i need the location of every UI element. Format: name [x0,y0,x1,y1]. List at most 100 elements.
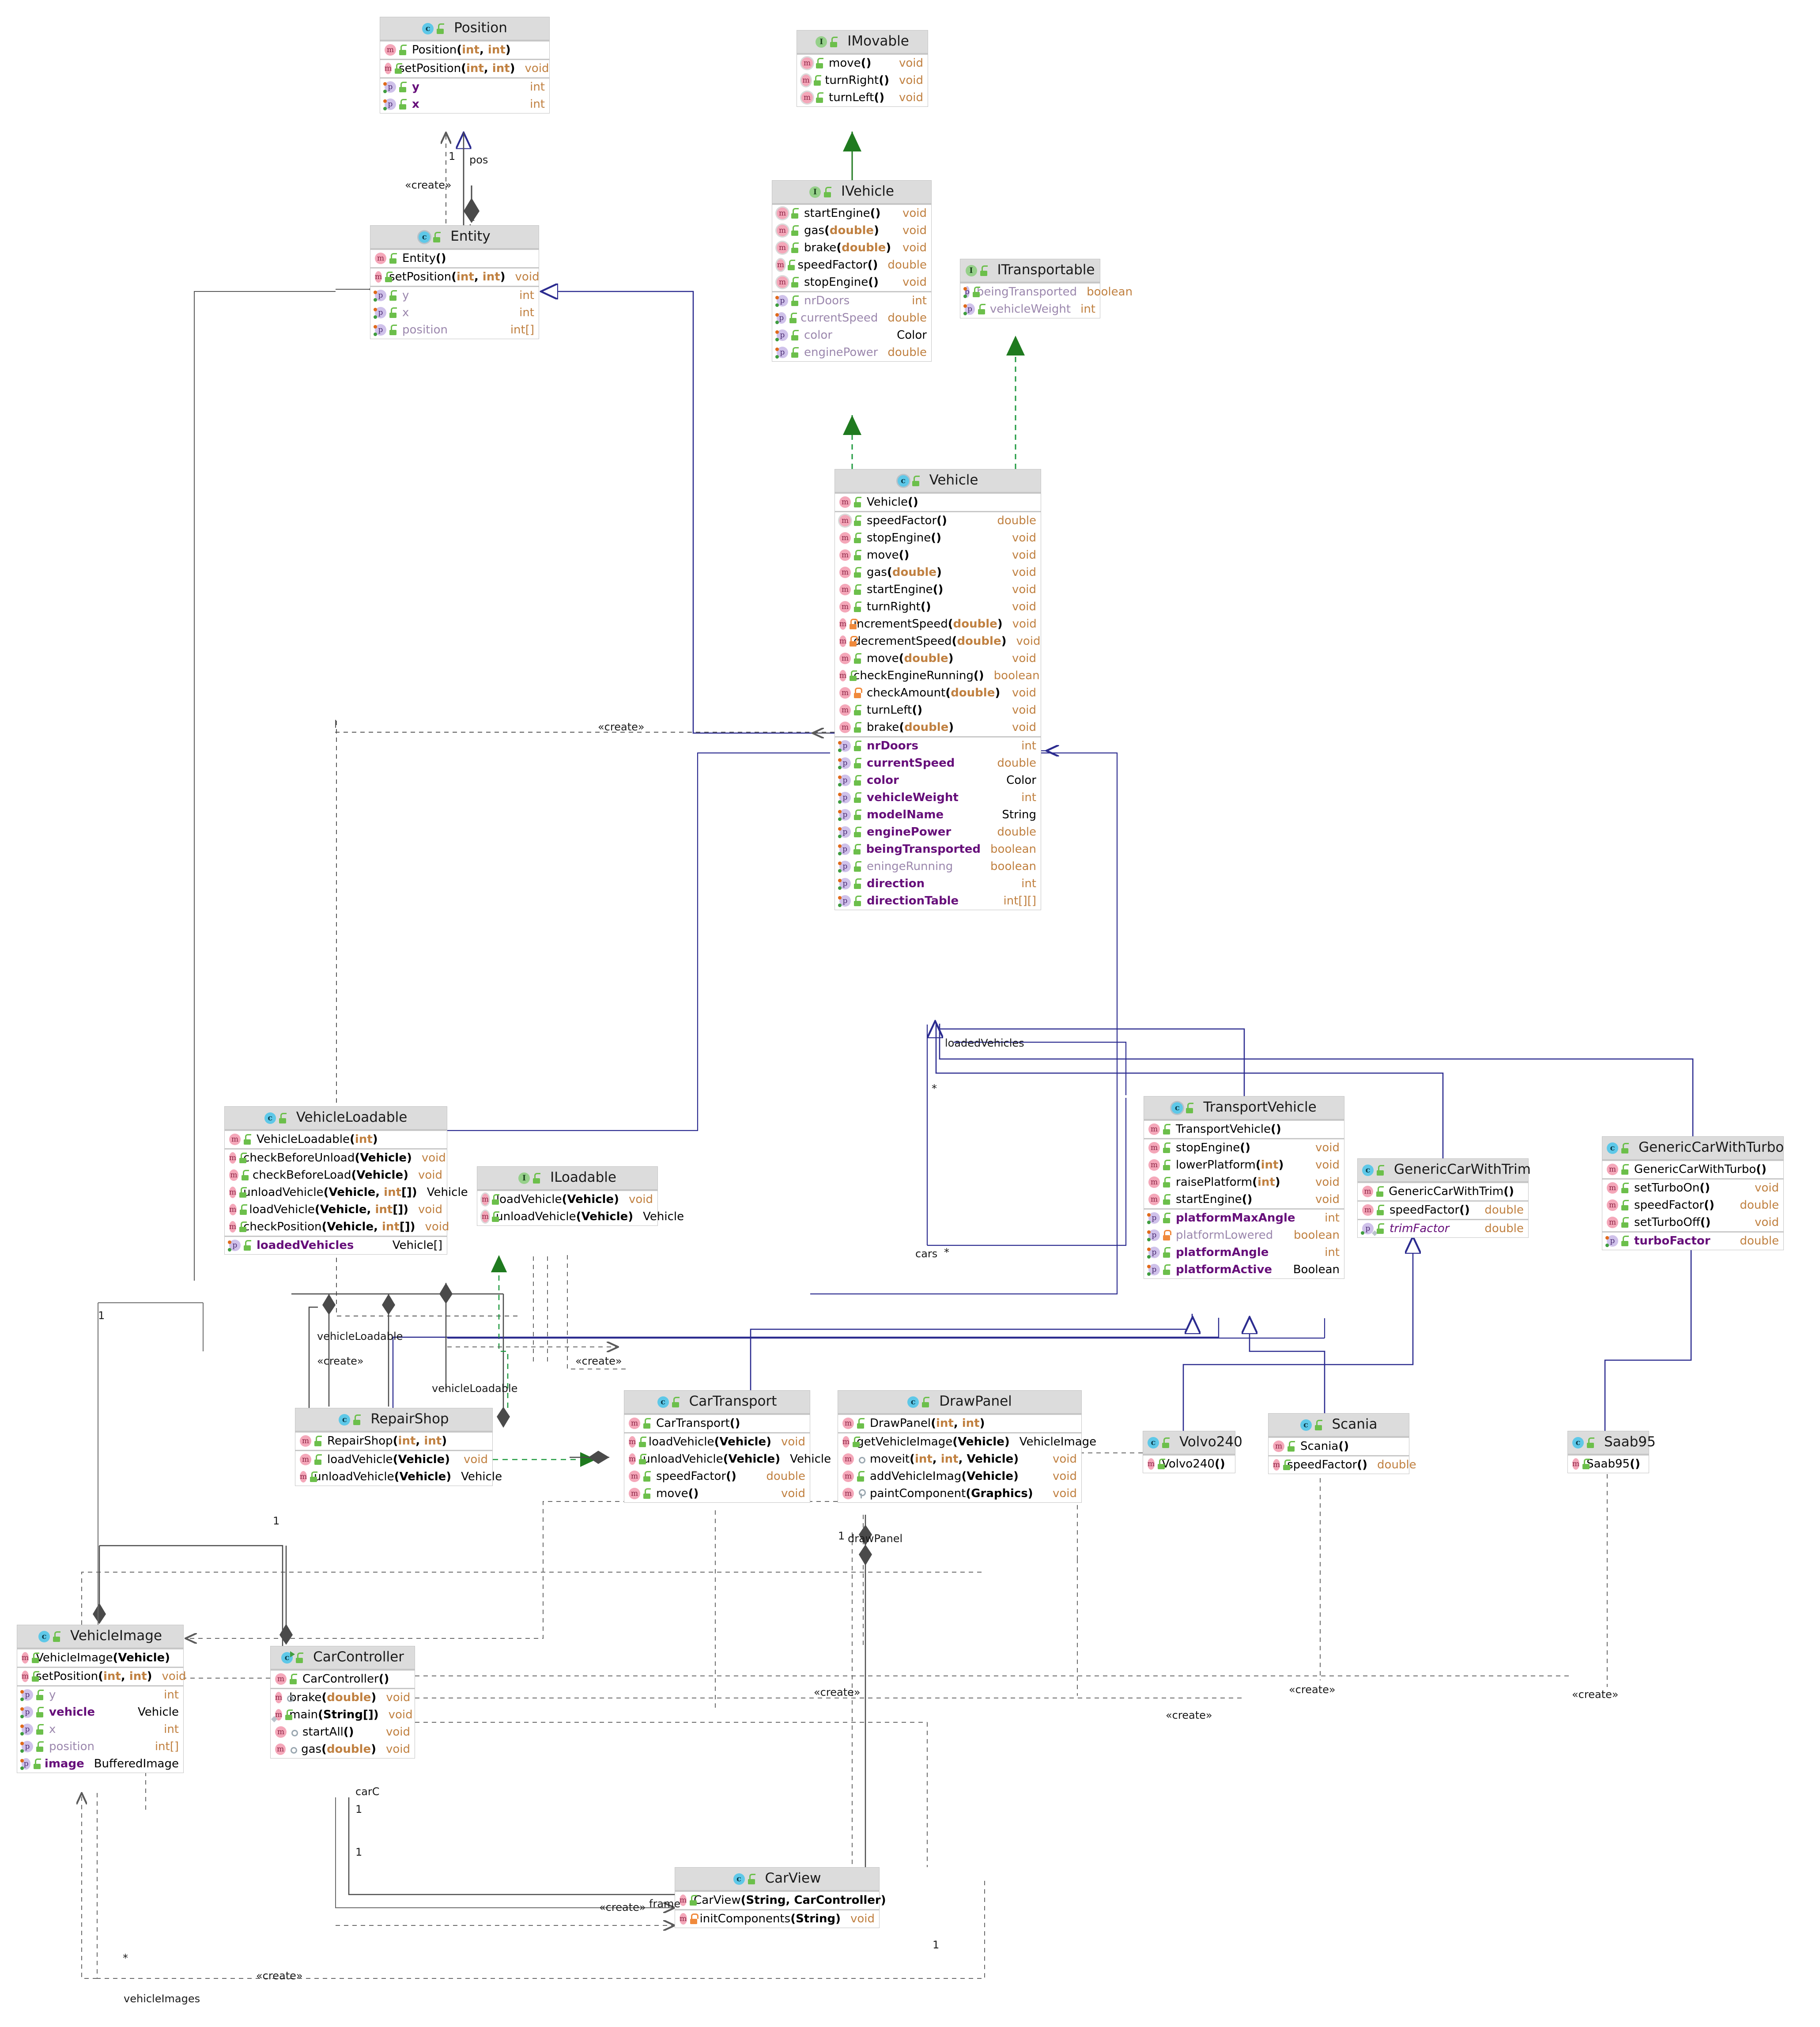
member-row[interactable]: m unloadVehicle(Vehicle) Vehicle [624,1451,831,1468]
class-header-transportvehicle[interactable]: c TransportVehicle [1144,1097,1344,1119]
member-row[interactable]: m checkBeforeLoad(Vehicle) void [225,1167,447,1184]
uml-class-ivehicle[interactable]: I IVehicle m startEngine() void m gas(double) v… [772,180,932,362]
member-row[interactable]: m loadVehicle(Vehicle) void [477,1191,657,1208]
class-header-iloadable[interactable]: I ILoadable [477,1167,657,1190]
class-header-entity[interactable]: c Entity [370,226,539,249]
member-row[interactable]: p nrDoors int [835,737,1041,755]
member-row[interactable]: m speedFactor() double [1602,1197,1783,1214]
class-header-vehicleimage[interactable]: c VehicleImage [17,1625,183,1648]
uml-class-saab95[interactable]: c Saab95 m Saab95() [1567,1431,1656,1473]
member-row[interactable]: p vehicleWeight int [960,301,1100,318]
member-row[interactable]: m setPosition(int, int) void [17,1668,186,1685]
member-row[interactable]: m checkPosition(Vehicle, int[]) void [225,1218,449,1236]
member-row[interactable]: m main(String[]) void [271,1706,415,1724]
member-row[interactable]: m move() void [624,1485,810,1502]
member-row[interactable]: p currentSpeed double [835,755,1041,772]
class-header-vehicleloadable[interactable]: c VehicleLoadable [225,1107,447,1130]
member-row[interactable]: m Position(int, int) [380,42,549,59]
member-row[interactable]: p platformActive Boolean [1144,1261,1344,1278]
member-row[interactable]: m lowerPlatform(int) void [1144,1157,1344,1174]
member-row[interactable]: m gas(double) void [772,222,931,239]
member-row[interactable]: m startEngine() void [835,581,1041,598]
member-row[interactable]: m RepairShop(int, int) [295,1433,492,1450]
member-row[interactable]: m raisePlatform(int) void [1144,1174,1344,1191]
member-row[interactable]: m CarView(String, CarController) [675,1892,886,1909]
member-row[interactable]: p trimFactor double [1358,1220,1528,1237]
member-row[interactable]: p vehicle Vehicle [17,1704,183,1721]
uml-class-itransportable[interactable]: I ITransportable p beingTransported boolean p… [960,259,1133,318]
member-row[interactable]: m startAll() void [271,1724,415,1741]
member-row[interactable]: m stopEngine() void [1144,1139,1344,1157]
member-row[interactable]: p platformLowered boolean [1144,1227,1344,1244]
class-header-drawpanel[interactable]: c DrawPanel [838,1391,1081,1414]
member-row[interactable]: p platformMaxAngle int [1144,1210,1344,1227]
class-header-volvo240[interactable]: c Volvo240 [1143,1431,1242,1454]
member-row[interactable]: m checkEngineRunning() boolean [835,667,1041,684]
class-header-cartransport[interactable]: c CarTransport [624,1391,810,1414]
uml-class-cartransport[interactable]: c CarTransport m CarTransport() m loadVehicle… [624,1390,831,1503]
member-row[interactable]: m turnLeft() void [797,89,928,106]
member-row[interactable]: p image BufferedImage [17,1755,183,1773]
member-row[interactable]: p y int [17,1687,183,1704]
member-row[interactable]: m move() void [797,55,928,72]
member-row[interactable]: m checkBeforeUnload(Vehicle) void [225,1150,447,1167]
member-row[interactable]: m GenericCarWithTurbo() [1602,1161,1783,1178]
member-row[interactable]: m paintComponent(Graphics) void [838,1485,1081,1502]
member-row[interactable]: p y int [380,79,549,96]
member-row[interactable]: m gas(double) void [271,1741,415,1758]
member-row[interactable]: m TransportVehicle() [1144,1121,1344,1138]
uml-class-carview[interactable]: c CarView m CarView(String, CarController) m… [675,1867,886,1928]
uml-class-iloadable[interactable]: I ILoadable m loadVehicle(Vehicle) void m unlo… [477,1166,684,1226]
member-row[interactable]: m unloadVehicle(Vehicle) Vehicle [295,1468,502,1486]
member-row[interactable]: m incrementSpeed(double) void [835,616,1041,633]
member-row[interactable]: p nrDoors int [772,292,931,310]
member-row[interactable]: p beingTransported boolean [960,284,1133,301]
member-row[interactable]: m VehicleImage(Vehicle) [17,1649,183,1667]
member-row[interactable]: m loadVehicle(Vehicle) void [295,1451,492,1468]
member-row[interactable]: m initComponents(String) void [675,1910,879,1928]
uml-class-imovable[interactable]: I IMovable m move() void m turnRight() void m tur… [797,30,928,107]
member-row[interactable]: m speedFactor() double [624,1468,810,1485]
member-row[interactable]: m setPosition(int, int) void [370,269,540,286]
uml-class-vehicleloadable[interactable]: c VehicleLoadable m VehicleLoadable(int) m ch… [224,1106,468,1255]
member-row[interactable]: m CarTransport() [624,1415,810,1432]
uml-class-position[interactable]: c Position m Position(int, int) m setPosition… [380,17,550,113]
class-header-genericcarwithtrim[interactable]: c GenericCarWithTrim [1358,1159,1531,1182]
member-row[interactable]: p direction int [835,875,1041,892]
uml-class-transportvehicle[interactable]: c TransportVehicle m TransportVehicle() m sto… [1144,1096,1344,1279]
class-header-saab95[interactable]: c Saab95 [1568,1431,1656,1454]
member-row[interactable]: p position int[] [370,321,539,339]
uml-class-entity[interactable]: c Entity m Entity() m setPosition(int, int) vo… [370,225,540,339]
member-row[interactable]: p directionTable int[][] [835,892,1041,910]
member-row[interactable]: m checkAmount(double) void [835,684,1041,702]
member-row[interactable]: m brake(double) void [772,239,931,257]
member-row[interactable]: m unloadVehicle(Vehicle, int[]) Vehicle [225,1184,468,1201]
class-header-genericcarwithturbo[interactable]: c GenericCarWithTurbo [1602,1137,1784,1160]
member-row[interactable]: m brake(double) void [835,719,1041,736]
member-row[interactable]: m moveit(int, int, Vehicle) void [838,1451,1081,1468]
member-row[interactable]: m brake(double) void [271,1689,415,1706]
member-row[interactable]: p x int [370,304,539,321]
member-row[interactable]: m addVehicleImag(Vehicle) void [838,1468,1081,1485]
member-row[interactable]: p x int [17,1721,183,1738]
member-row[interactable]: m Scania() [1269,1438,1409,1455]
member-row[interactable]: m speedFactor() double [1269,1456,1416,1474]
member-row[interactable]: m Entity() [370,250,539,267]
member-row[interactable]: m speedFactor() double [772,257,931,274]
member-row[interactable]: m turnRight() void [797,72,928,89]
uml-class-scania[interactable]: c Scania m Scania() m speedFactor() double [1268,1413,1416,1474]
class-header-scania[interactable]: c Scania [1269,1414,1409,1437]
member-row[interactable]: m setPosition(int, int) void [380,60,549,77]
uml-class-volvo240[interactable]: c Volvo240 m Volvo240() [1143,1431,1242,1473]
member-row[interactable]: p vehicleWeight int [835,789,1041,806]
member-row[interactable]: m move(double) void [835,650,1041,667]
member-row[interactable]: m stopEngine() void [835,529,1041,547]
uml-class-carcontroller[interactable]: c CarController m CarController() m brake(dou… [270,1646,415,1758]
member-row[interactable]: m decrementSpeed(double) void [835,633,1041,650]
class-header-ivehicle[interactable]: I IVehicle [772,181,931,204]
member-row[interactable]: p beingTransported boolean [835,841,1041,858]
member-row[interactable]: m startEngine() void [1144,1191,1344,1208]
member-row[interactable]: m Volvo240() [1143,1456,1235,1473]
member-row[interactable]: m Vehicle() [835,494,1041,511]
member-row[interactable]: m VehicleLoadable(int) [225,1131,447,1148]
